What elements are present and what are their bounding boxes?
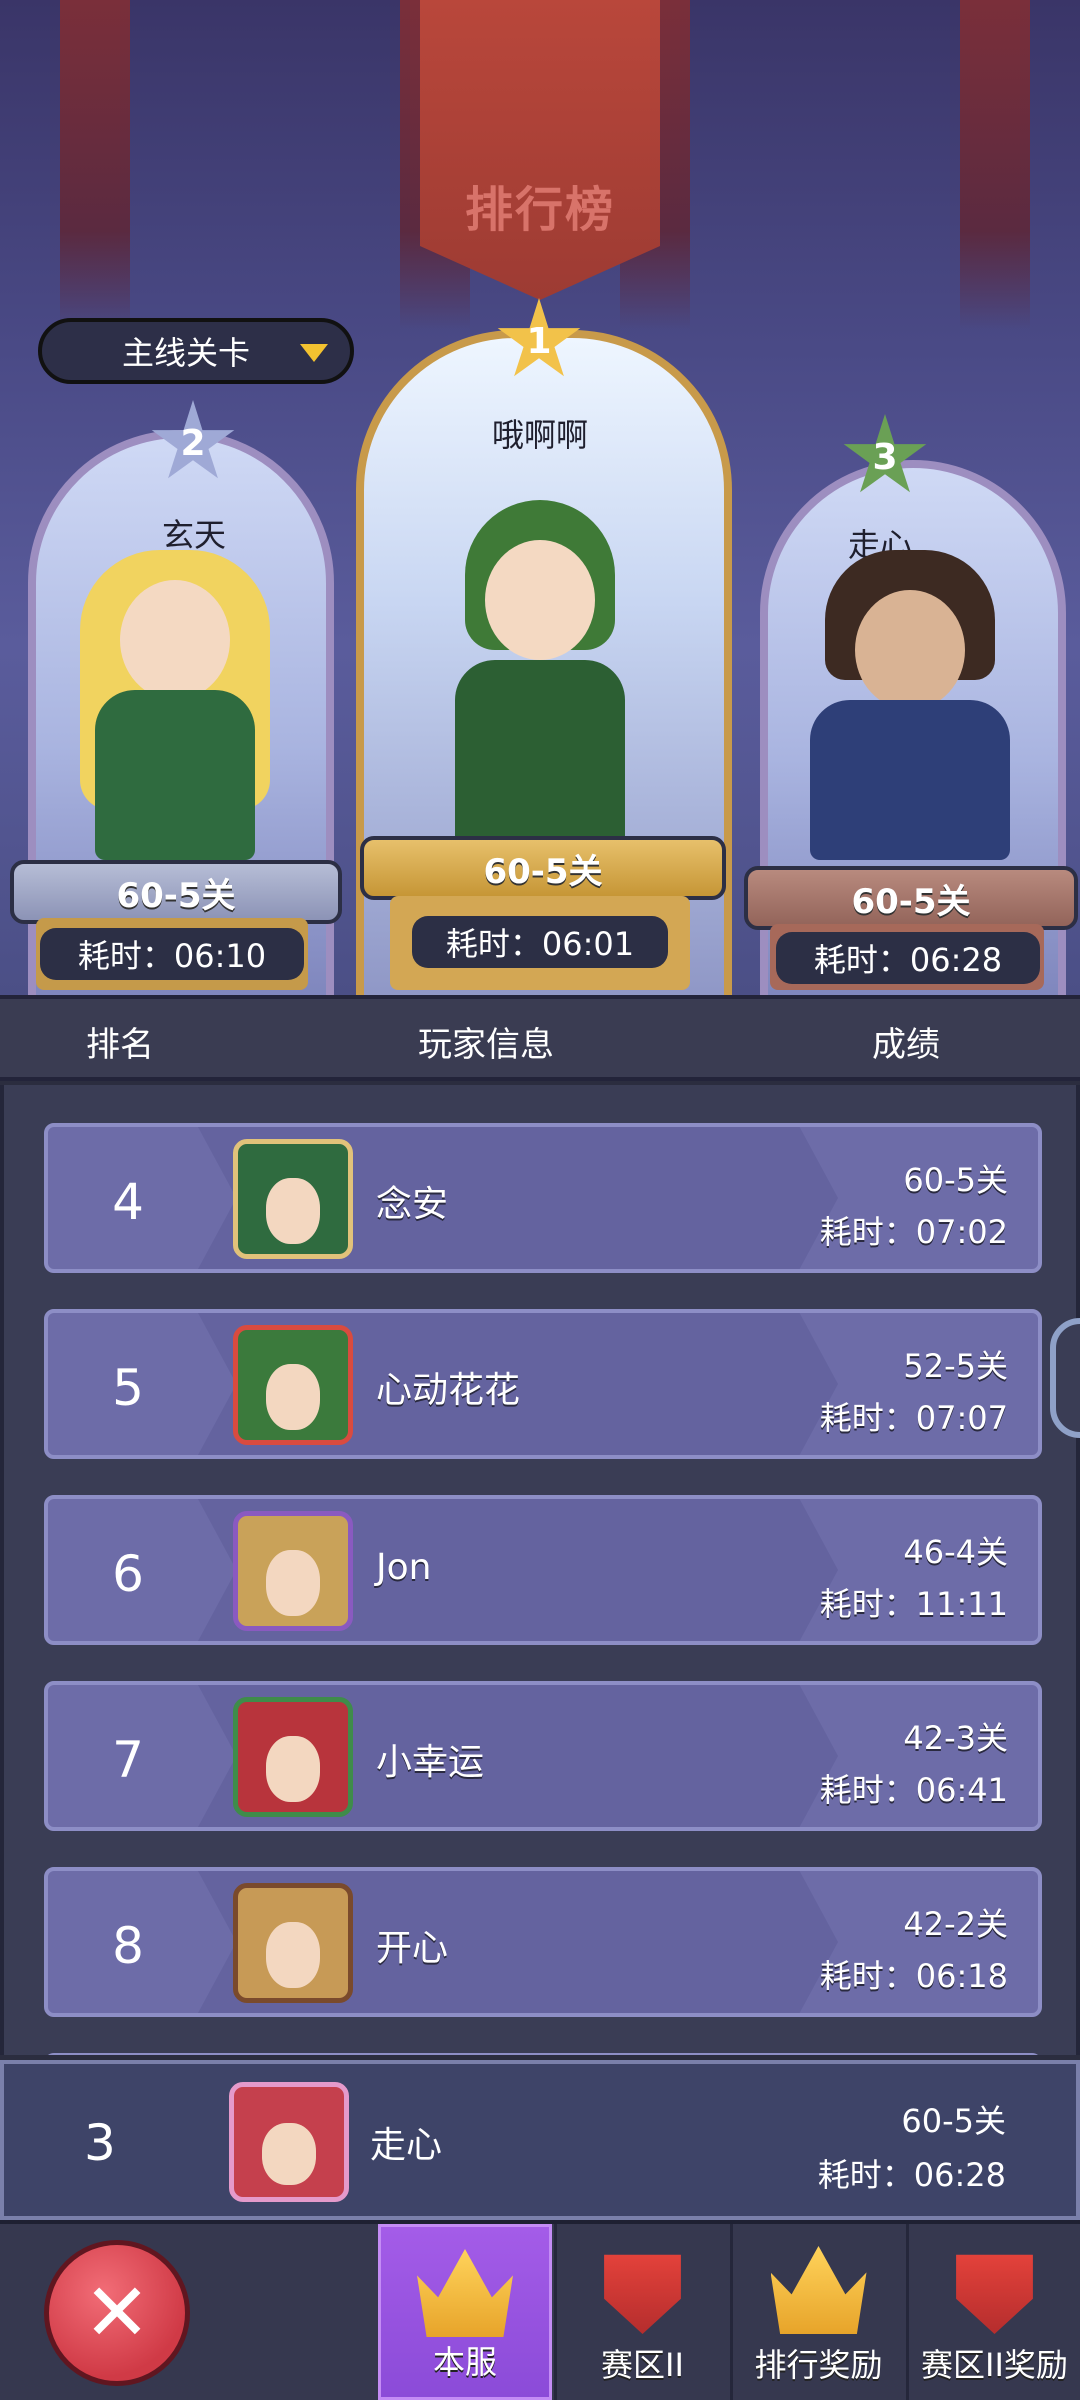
avatar-face (266, 1178, 320, 1244)
table-row[interactable] (44, 2053, 1042, 2055)
my-stage: 60-5关 (901, 2102, 1006, 2140)
podium-name-1: 哦啊啊 (491, 416, 588, 454)
row-player-name: 念安 (376, 1184, 449, 1225)
row-player-name: Jon (376, 1547, 432, 1588)
row-rank: 8 (112, 1917, 144, 1975)
tab-label: 本服 (432, 2343, 497, 2381)
ranking-list[interactable]: 4 念安 60-5关 耗时：07:02 5 心动花花 52-5关 耗时：07:0… (0, 1085, 1080, 2055)
row-player-name: 开心 (376, 1928, 449, 1969)
podium-character-1[interactable] (420, 490, 660, 850)
mode-dropdown-label: 主线关卡 (122, 334, 251, 372)
close-icon: ✕ (83, 2266, 151, 2359)
podium-stage-1: 60-5关 (360, 836, 726, 900)
tab-label: 赛区II (601, 2346, 684, 2384)
avatar[interactable] (233, 1511, 353, 1631)
podium-character-3[interactable] (780, 550, 1040, 860)
row-stage: 60-5关 (903, 1161, 1008, 1199)
row-rank: 7 (112, 1731, 144, 1789)
row-rank: 5 (112, 1359, 144, 1417)
row-time: 耗时：07:07 (819, 1399, 1008, 1437)
podium-time-3: 耗时：06:28 (776, 932, 1040, 984)
tab-zone-ii-rewards[interactable]: 赛区II奖励 (906, 2224, 1080, 2400)
crown-icon (417, 2249, 513, 2337)
tab-label: 排行奖励 (754, 2346, 883, 2384)
tab-rank-rewards[interactable]: 排行奖励 (730, 2224, 904, 2400)
avatar-face (266, 1364, 320, 1430)
avatar[interactable] (233, 1139, 353, 1259)
rank-1-number: 1 (526, 320, 552, 362)
row-stage: 52-5关 (903, 1347, 1008, 1385)
tab-zone-ii[interactable]: 赛区II (554, 2224, 728, 2400)
column-player: 玩家信息 (418, 1025, 554, 1065)
row-player-name: 小幸运 (376, 1742, 485, 1783)
curtain-right (960, 0, 1030, 330)
row-time: 耗时：11:11 (819, 1585, 1008, 1623)
table-row[interactable]: 4 念安 60-5关 耗时：07:02 (44, 1123, 1042, 1273)
avatar-face (262, 2123, 316, 2185)
bottom-nav: ✕ 本服 赛区II 排行奖励 赛区II奖励 (0, 2220, 1080, 2400)
avatar[interactable] (233, 1325, 353, 1445)
table-row[interactable]: 7 小幸运 42-3关 耗时：06:41 (44, 1681, 1042, 1831)
tab-local-server[interactable]: 本服 (378, 2224, 552, 2400)
table-header: 排名 玩家信息 成绩 (0, 995, 1080, 1081)
row-time: 耗时：06:18 (819, 1957, 1008, 1995)
my-rank-row[interactable]: 3 走心 60-5关 耗时：06:28 (0, 2060, 1080, 2220)
row-rank: 4 (112, 1173, 144, 1231)
avatar-face (266, 1736, 320, 1802)
row-stage: 42-3关 (903, 1719, 1008, 1757)
row-player-name: 心动花花 (376, 1370, 521, 1411)
my-time: 耗时：06:28 (817, 2156, 1006, 2194)
trophy-shield-icon (604, 2254, 681, 2334)
close-button[interactable]: ✕ (44, 2240, 190, 2386)
tab-label: 赛区II奖励 (921, 2346, 1068, 2384)
page-title: 排行榜 (464, 182, 615, 238)
my-rank: 3 (84, 2114, 116, 2172)
avatar-face (266, 1922, 320, 1988)
row-rank: 6 (112, 1545, 144, 1603)
trophy-chest-icon (956, 2254, 1033, 2334)
side-scroll-handle[interactable] (1050, 1318, 1080, 1438)
crown-gem-icon (770, 2246, 867, 2334)
chevron-down-icon (300, 344, 328, 362)
podium-character-2[interactable] (40, 540, 310, 860)
podium-stage-3: 60-5关 (744, 866, 1078, 930)
podium-time-2: 耗时：06:10 (40, 928, 304, 980)
avatar-face (266, 1550, 320, 1616)
curtain-left (60, 0, 130, 330)
avatar[interactable] (233, 1883, 353, 2003)
rank-3-number: 3 (872, 436, 898, 478)
avatar[interactable] (233, 1697, 353, 1817)
podium-stage-2: 60-5关 (10, 860, 342, 924)
my-player-name: 走心 (370, 2125, 443, 2166)
title-banner: 排行榜 (420, 0, 660, 300)
table-row[interactable]: 6 Jon 46-4关 耗时：11:11 (44, 1495, 1042, 1645)
leaderboard-hero: 排行榜 2 1 3 玄天 哦啊啊 走心 60-5关 60-5关 60-5关 耗时… (0, 0, 1080, 995)
row-stage: 46-4关 (903, 1533, 1008, 1571)
row-time: 耗时：06:41 (819, 1771, 1008, 1809)
table-row[interactable]: 5 心动花花 52-5关 耗时：07:07 (44, 1309, 1042, 1459)
podium-time-1: 耗时：06:01 (412, 916, 668, 968)
column-rank: 排名 (86, 1025, 154, 1065)
mode-dropdown[interactable]: 主线关卡 (38, 318, 354, 384)
table-row[interactable]: 8 开心 42-2关 耗时：06:18 (44, 1867, 1042, 2017)
my-avatar[interactable] (229, 2082, 349, 2202)
row-time: 耗时：07:02 (819, 1213, 1008, 1251)
rank-2-number: 2 (180, 422, 206, 464)
row-stage: 42-2关 (903, 1905, 1008, 1943)
column-score: 成绩 (872, 1025, 940, 1065)
